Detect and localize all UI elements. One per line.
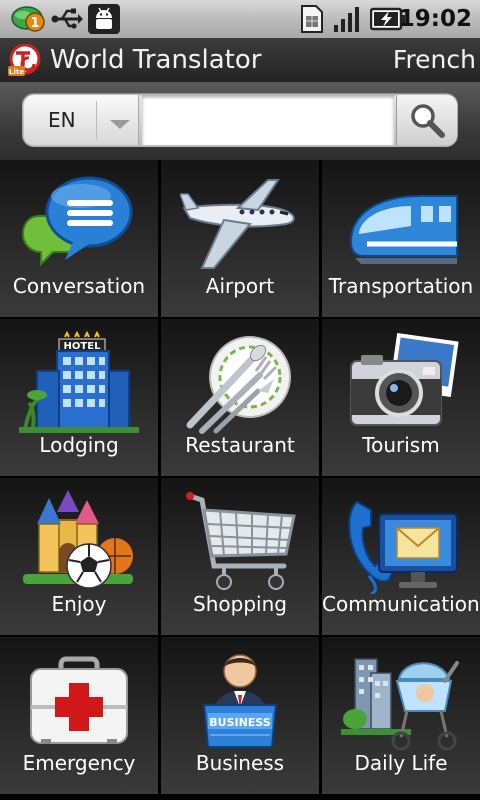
app-title-bar: Lite World Translator French	[0, 38, 480, 83]
source-language-code: EN	[48, 108, 76, 132]
category-shopping[interactable]: Shopping	[161, 478, 319, 635]
android-debug-icon	[88, 4, 120, 34]
status-bar: 1 19:02	[0, 0, 480, 39]
category-label: Enjoy	[51, 592, 107, 616]
clock: 19:02	[398, 6, 472, 32]
train-icon	[349, 195, 458, 264]
category-label: Communications	[322, 592, 480, 616]
notification-bubble-icon: 1	[10, 4, 48, 34]
category-label: Conversation	[12, 274, 146, 298]
category-conversation[interactable]: Conversation	[0, 160, 158, 317]
category-label: Tourism	[362, 433, 440, 457]
airplane-icon	[180, 179, 295, 269]
category-daily-life[interactable]: Daily Life	[322, 637, 480, 794]
shopping-cart-icon	[186, 492, 296, 590]
category-lodging[interactable]: HOTEL Lodging	[0, 319, 158, 476]
category-business[interactable]: BUSINESS Business	[161, 637, 319, 794]
sim-card-icon	[300, 4, 324, 34]
phone-mail-icon	[348, 500, 458, 594]
search-icon	[411, 104, 445, 138]
category-emergency[interactable]: Emergency	[0, 637, 158, 794]
first-aid-kit-icon	[30, 656, 128, 744]
logo-lite-badge: Lite	[9, 68, 24, 76]
camera-icon	[350, 332, 459, 426]
stroller-city-icon	[341, 658, 459, 751]
category-restaurant[interactable]: Restaurant	[161, 319, 319, 476]
category-airport[interactable]: Airport	[161, 160, 319, 317]
business-sign-text: BUSINESS	[209, 716, 270, 729]
category-grid: Conversation Airport Transportation HOTE…	[0, 160, 480, 800]
category-label: Restaurant	[185, 433, 295, 457]
category-label: Transportation	[328, 274, 474, 298]
speech-bubbles-icon	[21, 176, 133, 267]
category-transportation[interactable]: Transportation	[322, 160, 480, 317]
notification-count: 1	[30, 16, 39, 31]
category-enjoy[interactable]: Enjoy	[0, 478, 158, 635]
category-label: Lodging	[39, 433, 119, 457]
category-label: Daily Life	[354, 751, 448, 775]
chevron-down-icon	[108, 115, 132, 134]
category-label: Business	[195, 751, 285, 775]
dropdown-divider	[96, 101, 97, 139]
castle-ball-icon	[23, 490, 133, 589]
target-language[interactable]: French	[393, 38, 476, 82]
app-title: World Translator	[50, 45, 262, 75]
search-button[interactable]	[396, 95, 457, 145]
app-logo-icon: Lite	[8, 43, 42, 76]
signal-icon	[333, 4, 365, 34]
category-label: Emergency	[22, 751, 136, 775]
category-communications[interactable]: Communications	[322, 478, 480, 635]
hotel-icon: HOTEL	[19, 331, 139, 433]
businessman-icon: BUSINESS	[202, 654, 278, 748]
search-input[interactable]	[142, 95, 394, 145]
cutlery-plate-icon	[186, 336, 291, 434]
search-bar: EN	[0, 83, 480, 160]
category-label: Shopping	[193, 592, 287, 616]
category-label: Airport	[205, 274, 275, 298]
usb-icon	[50, 4, 84, 34]
category-tourism[interactable]: Tourism	[322, 319, 480, 476]
source-language-dropdown[interactable]: EN	[24, 95, 139, 145]
